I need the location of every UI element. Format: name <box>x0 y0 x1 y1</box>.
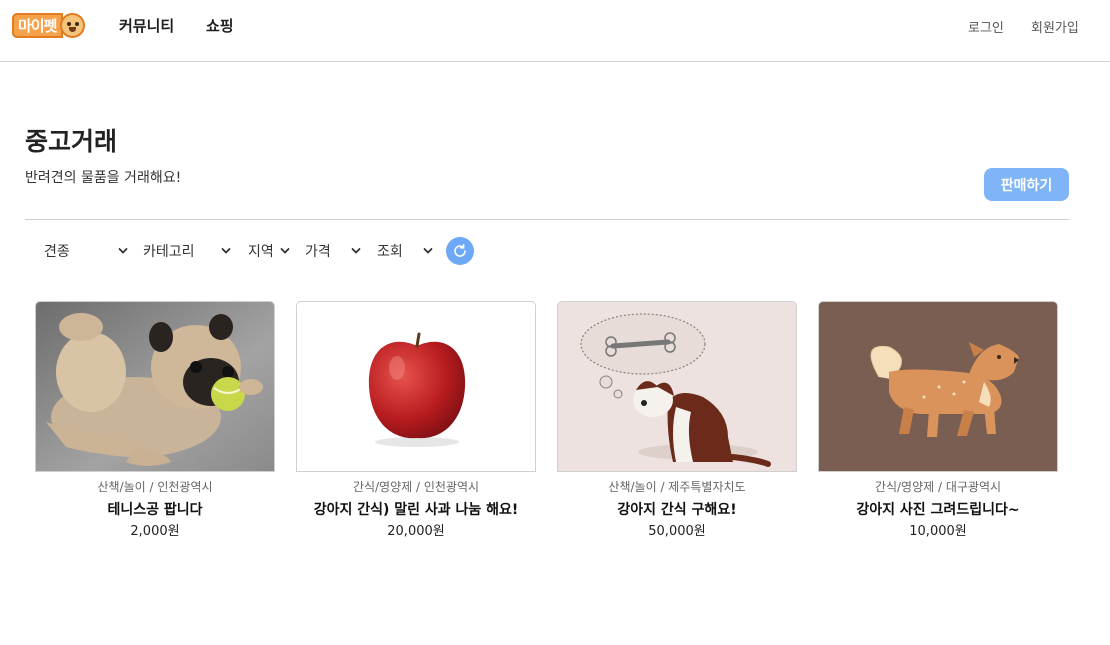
product-card[interactable]: 간식/영양제 / 대구광역시 강아지 사진 그려드립니다~ 10,000원 <box>818 301 1058 540</box>
product-price: 2,000원 <box>130 524 180 539</box>
nav-community[interactable]: 커뮤니티 <box>119 15 174 36</box>
product-image-dog-illustration <box>818 301 1058 472</box>
logo-text: 마이펫 <box>12 13 64 38</box>
filter-breed[interactable]: 견종 <box>44 241 128 261</box>
product-meta: 산책/놀이 / 제주특별자치도 <box>608 480 746 494</box>
top-header: 마이펫 커뮤니티 쇼핑 로그인 회원가입 <box>0 0 1110 62</box>
refresh-icon <box>454 244 466 257</box>
product-title: 강아지 간식 구해요! <box>617 502 737 518</box>
refresh-button[interactable] <box>446 237 474 265</box>
filter-price-label: 가격 <box>305 244 331 260</box>
product-image-dreaming-dog <box>557 301 797 472</box>
filter-views-label: 조회 <box>377 244 403 260</box>
filter-region-label: 지역 <box>248 244 274 260</box>
divider <box>25 219 1069 220</box>
filter-views[interactable]: 조회 <box>377 241 433 261</box>
product-price: 10,000원 <box>909 524 967 539</box>
product-meta: 산책/놀이 / 인천광역시 <box>97 480 213 494</box>
nav-shopping[interactable]: 쇼핑 <box>206 15 234 36</box>
product-meta: 간식/영양제 / 인천광역시 <box>352 480 480 494</box>
product-card[interactable]: 산책/놀이 / 인천광역시 테니스공 팝니다 2,000원 <box>35 301 275 540</box>
product-price: 50,000원 <box>648 524 706 539</box>
page-subtitle: 반려견의 물품을 거래해요! <box>25 170 182 186</box>
filter-price[interactable]: 가격 <box>305 241 361 261</box>
product-title: 테니스공 팝니다 <box>107 502 203 518</box>
product-card[interactable]: 산책/놀이 / 제주특별자치도 강아지 간식 구해요! 50,000원 <box>557 301 797 540</box>
logo[interactable]: 마이펫 <box>12 12 93 39</box>
product-title: 강아지 간식) 말린 사과 나눔 해요! <box>313 502 519 518</box>
product-image-apple <box>296 301 536 472</box>
filter-breed-label: 견종 <box>44 244 70 260</box>
signup-link[interactable]: 회원가입 <box>1031 17 1079 36</box>
dog-face-icon <box>60 13 86 38</box>
product-card[interactable]: 간식/영양제 / 인천광역시 강아지 간식) 말린 사과 나눔 해요! 20,0… <box>296 301 536 540</box>
product-image-pug <box>35 301 275 472</box>
chevron-down-icon <box>118 248 128 254</box>
chevron-down-icon <box>351 248 361 254</box>
chevron-down-icon <box>423 248 433 254</box>
login-link[interactable]: 로그인 <box>968 17 1004 36</box>
filter-category[interactable]: 카테고리 <box>143 241 231 261</box>
sell-button[interactable]: 판매하기 <box>984 168 1069 201</box>
product-title: 강아지 사진 그려드립니다~ <box>856 502 1020 518</box>
filter-category-label: 카테고리 <box>143 244 195 260</box>
chevron-down-icon <box>221 248 231 254</box>
chevron-down-icon <box>280 248 290 254</box>
product-meta: 간식/영양제 / 대구광역시 <box>874 480 1002 494</box>
filter-region[interactable]: 지역 <box>248 241 290 261</box>
product-price: 20,000원 <box>387 524 445 539</box>
page-title: 중고거래 <box>25 127 118 156</box>
